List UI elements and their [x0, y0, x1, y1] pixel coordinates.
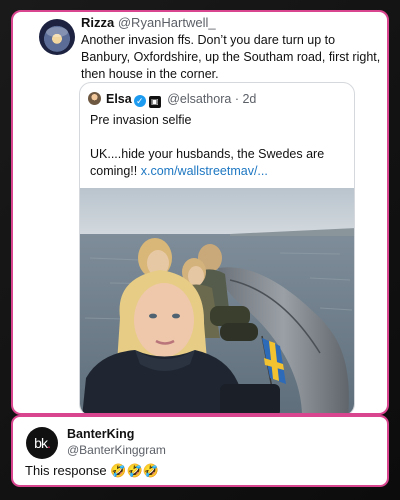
quoted-time[interactable]: 2d [242, 92, 256, 106]
quoted-line-1: Pre invasion selfie [90, 113, 192, 127]
quoted-author-handle[interactable]: @elsathora [167, 92, 231, 106]
separator-dot: · [234, 92, 239, 106]
quoted-photo[interactable] [80, 188, 354, 413]
author-handle[interactable]: @RyanHartwell_ [118, 15, 216, 30]
background: Rizza @RyanHartwell_ Another invasion ff… [0, 0, 400, 500]
quoted-link[interactable]: x.com/wallstreetmav/... [141, 164, 268, 178]
verified-check-icon: ✓ [133, 95, 146, 107]
reply-text: This response 🤣🤣🤣 [25, 463, 159, 478]
quoted-tweet[interactable]: Elsa ✓ ▣ @elsathora · 2d Pre invasion self… [79, 82, 355, 413]
affiliate-badge-icon: ▣ [148, 96, 161, 108]
logo-dot: . [46, 435, 51, 451]
author-name[interactable]: Rizza [81, 15, 114, 30]
main-tweet-card[interactable]: Rizza @RyanHartwell_ Another invasion ff… [11, 10, 389, 415]
quoted-author-name[interactable]: Elsa [106, 92, 132, 106]
reply-author-handle[interactable]: @BanterKinggram [67, 443, 166, 457]
quoted-tweet-header: Elsa ✓ ▣ @elsathora · 2d [106, 92, 256, 108]
reply-author-name[interactable]: BanterKing [67, 427, 134, 441]
quoted-author-avatar[interactable] [88, 92, 101, 105]
tweet-text: Another invasion ffs. Don’t you dare tur… [81, 33, 381, 81]
logo-text: bk [34, 435, 48, 451]
reply-avatar-logo[interactable]: bk. [26, 427, 58, 459]
tweet-header: Rizza @RyanHartwell_ [81, 15, 216, 30]
reply-card[interactable]: bk. BanterKing @BanterKinggram This resp… [11, 415, 389, 487]
boat-selfie-image [80, 188, 354, 413]
author-avatar[interactable] [39, 19, 75, 55]
quoted-tweet-text: Pre invasion selfie UK....hide your husb… [90, 112, 350, 180]
